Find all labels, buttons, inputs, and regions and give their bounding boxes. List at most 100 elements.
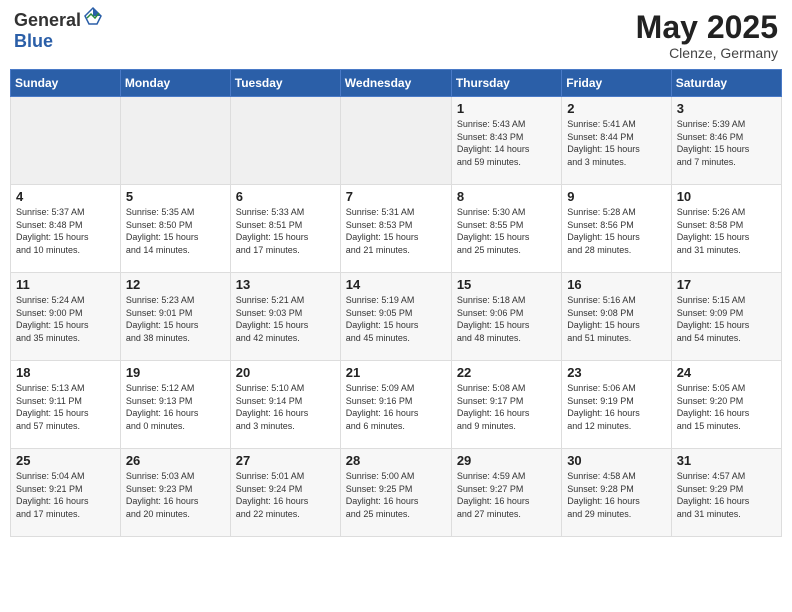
cell-line: and 48 minutes. [457, 333, 521, 343]
weekday-header-tuesday: Tuesday [230, 70, 340, 97]
cell-content: Sunrise: 5:31 AMSunset: 8:53 PMDaylight:… [346, 206, 446, 256]
cell-line: Sunrise: 5:33 AM [236, 207, 305, 217]
cell-content: Sunrise: 5:37 AMSunset: 8:48 PMDaylight:… [16, 206, 115, 256]
cell-content: Sunrise: 5:15 AMSunset: 9:09 PMDaylight:… [677, 294, 776, 344]
cell-line: Sunrise: 5:35 AM [126, 207, 195, 217]
calendar-cell: 14Sunrise: 5:19 AMSunset: 9:05 PMDayligh… [340, 273, 451, 361]
cell-content: Sunrise: 5:08 AMSunset: 9:17 PMDaylight:… [457, 382, 556, 432]
cell-line: Sunset: 9:08 PM [567, 308, 634, 318]
cell-line: Sunrise: 5:41 AM [567, 119, 636, 129]
calendar-cell: 24 Sunrise: 5:05 AMSunset: 9:20 PMDayligh… [671, 361, 781, 449]
cell-line: Sunrise: 5:06 AM [567, 383, 636, 393]
cell-line: Sunrise: 5:23 AM [126, 295, 195, 305]
cell-line: and 27 minutes. [457, 509, 521, 519]
cell-line: Sunrise: 5:16 AM [567, 295, 636, 305]
cell-line: Sunset: 9:23 PM [126, 484, 193, 494]
cell-line: and 38 minutes. [126, 333, 190, 343]
cell-line: and 20 minutes. [126, 509, 190, 519]
cell-content: Sunrise: 5:13 AMSunset: 9:11 PMDaylight:… [16, 382, 115, 432]
cell-line: Sunset: 8:46 PM [677, 132, 744, 142]
cell-content: Sunrise: 5:39 AM Sunset: 8:46 PM Daylight:… [677, 118, 776, 168]
cell-line: and 7 minutes. [677, 157, 736, 167]
cell-line: Sunset: 9:00 PM [16, 308, 83, 318]
cell-line: Sunrise: 5:31 AM [346, 207, 415, 217]
calendar-cell: 22Sunrise: 5:08 AMSunset: 9:17 PMDayligh… [451, 361, 561, 449]
calendar-cell: 23Sunrise: 5:06 AMSunset: 9:19 PMDayligh… [562, 361, 671, 449]
cell-line: and 10 minutes. [16, 245, 80, 255]
cell-line: Daylight: 15 hours [567, 320, 640, 330]
cell-line: Sunset: 9:17 PM [457, 396, 524, 406]
day-number: 30 [567, 453, 665, 468]
cell-line: Daylight: 15 hours [346, 320, 419, 330]
calendar-cell: 7Sunrise: 5:31 AMSunset: 8:53 PMDaylight… [340, 185, 451, 273]
calendar-cell: 4Sunrise: 5:37 AMSunset: 8:48 PMDaylight… [11, 185, 121, 273]
cell-line: Sunset: 9:16 PM [346, 396, 413, 406]
day-number: 3 [677, 101, 776, 116]
cell-line: and 45 minutes. [346, 333, 410, 343]
calendar-cell: 6Sunrise: 5:33 AMSunset: 8:51 PMDaylight… [230, 185, 340, 273]
day-number: 28 [346, 453, 446, 468]
cell-content: Sunrise: 5:24 AMSunset: 9:00 PMDaylight:… [16, 294, 115, 344]
calendar-cell: 26Sunrise: 5:03 AMSunset: 9:23 PMDayligh… [120, 449, 230, 537]
cell-line: and 3 minutes. [236, 421, 295, 431]
calendar-cell: 17Sunrise: 5:15 AMSunset: 9:09 PMDayligh… [671, 273, 781, 361]
cell-line: Sunset: 8:48 PM [16, 220, 83, 230]
cell-content: Sunrise: 5:00 AMSunset: 9:25 PMDaylight:… [346, 470, 446, 520]
logo-icon [83, 6, 103, 26]
cell-line: Sunrise: 5:30 AM [457, 207, 526, 217]
weekday-header-thursday: Thursday [451, 70, 561, 97]
cell-line: and 29 minutes. [567, 509, 631, 519]
cell-line: Daylight: 14 hours [457, 144, 530, 154]
calendar-cell: 8Sunrise: 5:30 AMSunset: 8:55 PMDaylight… [451, 185, 561, 273]
cell-line: Daylight: 16 hours [677, 496, 750, 506]
day-number: 29 [457, 453, 556, 468]
weekday-header-saturday: Saturday [671, 70, 781, 97]
cell-line: Sunrise: 5:39 AM [677, 119, 746, 129]
calendar-cell [11, 97, 121, 185]
day-number: 8 [457, 189, 556, 204]
cell-line: Sunset: 9:24 PM [236, 484, 303, 494]
logo-text-blue: Blue [14, 31, 53, 51]
day-number: 4 [16, 189, 115, 204]
cell-line: and 54 minutes. [677, 333, 741, 343]
calendar-cell: 1Sunrise: 5:43 AMSunset: 8:43 PMDaylight… [451, 97, 561, 185]
cell-line: Daylight: 15 hours [457, 232, 530, 242]
cell-line: Daylight: 15 hours [677, 144, 750, 154]
calendar-cell: 3 Sunrise: 5:39 AM Sunset: 8:46 PM Daylight… [671, 97, 781, 185]
cell-line: Sunrise: 5:24 AM [16, 295, 85, 305]
cell-content: Sunrise: 5:33 AMSunset: 8:51 PMDaylight:… [236, 206, 335, 256]
cell-line: Daylight: 15 hours [677, 232, 750, 242]
cell-line: and 57 minutes. [16, 421, 80, 431]
cell-line: Sunrise: 5:37 AM [16, 207, 85, 217]
cell-line: Sunset: 9:29 PM [677, 484, 744, 494]
cell-line: Sunrise: 5:28 AM [567, 207, 636, 217]
weekday-header-wednesday: Wednesday [340, 70, 451, 97]
logo: General Blue [14, 10, 103, 52]
day-number: 21 [346, 365, 446, 380]
cell-line: Sunrise: 4:58 AM [567, 471, 636, 481]
cell-line: Daylight: 16 hours [567, 408, 640, 418]
cell-content: Sunrise: 5:23 AMSunset: 9:01 PMDaylight:… [126, 294, 225, 344]
cell-line: Sunrise: 5:18 AM [457, 295, 526, 305]
day-number: 24 [677, 365, 776, 380]
cell-line: Sunrise: 5:08 AM [457, 383, 526, 393]
day-number: 5 [126, 189, 225, 204]
cell-line: and 15 minutes. [677, 421, 741, 431]
cell-content: Sunrise: 5:05 AMSunset: 9:20 PMDaylight:… [677, 382, 776, 432]
cell-content: Sunrise: 5:10 AMSunset: 9:14 PMDaylight:… [236, 382, 335, 432]
cell-line: Sunset: 9:13 PM [126, 396, 193, 406]
cell-line: Sunrise: 4:57 AM [677, 471, 746, 481]
cell-content: Sunrise: 5:16 AM Sunset: 9:08 PM Daylight:… [567, 294, 665, 344]
cell-line: Daylight: 15 hours [16, 408, 89, 418]
calendar-week-2: 4 Sunrise: 5:37 AM Sunset: 8:48 PM Daylight… [11, 185, 782, 273]
day-number: 13 [236, 277, 335, 292]
calendar-cell [120, 97, 230, 185]
calendar-cell: 2Sunrise: 5:41 AMSunset: 8:44 PMDaylight… [562, 97, 671, 185]
cell-line: Sunset: 8:56 PM [567, 220, 634, 230]
cell-line: Sunrise: 5:19 AM [346, 295, 415, 305]
cell-line: Daylight: 16 hours [16, 496, 89, 506]
cell-content: Sunrise: 5:26 AMSunset: 8:58 PMDaylight:… [677, 206, 776, 256]
calendar-cell: 12Sunrise: 5:23 AMSunset: 9:01 PMDayligh… [120, 273, 230, 361]
day-number: 18 [16, 365, 115, 380]
cell-content: Sunrise: 4:59 AMSunset: 9:27 PMDaylight:… [457, 470, 556, 520]
